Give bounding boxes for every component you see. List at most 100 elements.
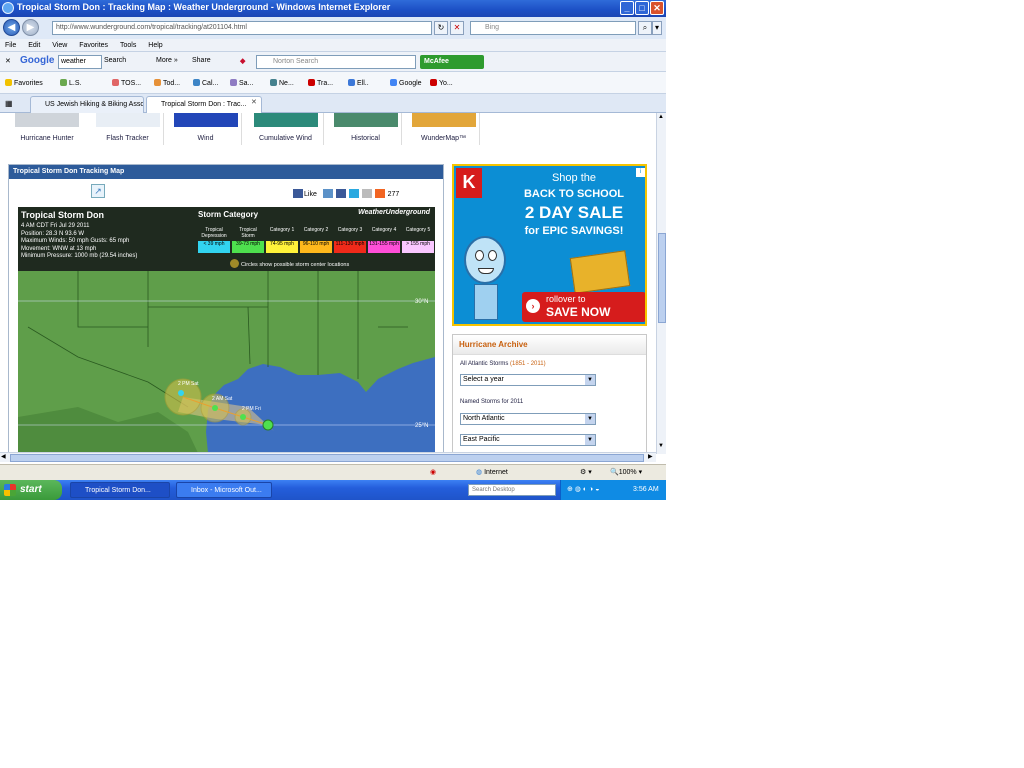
scroll-down-icon[interactable]: ▼	[658, 443, 664, 449]
scroll-right-icon[interactable]: ▶	[648, 453, 653, 460]
more-button[interactable]: More »	[156, 57, 178, 64]
ie-icon	[2, 2, 14, 14]
kmart-logo: K	[456, 168, 482, 198]
task-outlook[interactable]: Inbox - Microsoft Out...	[176, 482, 272, 498]
close-tab-icon[interactable]: ✕	[251, 98, 257, 106]
address-row: ◀ ▶ http://www.wunderground.com/tropical…	[0, 17, 666, 39]
fav-item[interactable]: Tod...	[154, 79, 180, 87]
fav-item[interactable]: L.S.	[60, 79, 81, 87]
category-swatch: 131-155 mph	[368, 241, 400, 253]
horizontal-scrollbar[interactable]: ◀ ▶	[0, 452, 656, 462]
digg-icon[interactable]	[322, 189, 333, 198]
favorites-bar: Favorites L.S. TOS... Tod... Cal... Sa..…	[0, 72, 666, 94]
tab-tropical-storm[interactable]: Tropical Storm Don : Trac...	[146, 96, 262, 113]
wu-logo: WeatherUnderground	[358, 209, 430, 216]
task-ie[interactable]: Tropical Storm Don...	[70, 482, 170, 498]
start-button[interactable]: start	[0, 480, 62, 500]
address-input[interactable]: http://www.wunderground.com/tropical/tra…	[52, 21, 432, 35]
fav-item[interactable]: Google	[390, 79, 422, 87]
menu-help[interactable]: Help	[148, 42, 162, 49]
menu-edit[interactable]: Edit	[28, 42, 40, 49]
zoom-level[interactable]: 🔍100% ▾	[610, 468, 642, 476]
favorites-button[interactable]: Favorites	[5, 79, 43, 87]
info-line: Movement: WNW at 13 mph	[21, 245, 97, 252]
share-button[interactable]: Share	[192, 57, 211, 64]
thumb-image	[253, 113, 318, 127]
mcafee-button[interactable]: McAfee	[420, 55, 484, 69]
thumb-wind[interactable]: Wind	[170, 113, 242, 145]
tab-hiking[interactable]: US Jewish Hiking & Biking Associa...	[30, 96, 144, 113]
fav-item[interactable]: TOS...	[112, 79, 141, 87]
category-name: Tropical Storm	[239, 227, 257, 239]
category-title: Storm Category	[198, 210, 259, 219]
like-button[interactable]: Like	[304, 191, 317, 198]
menu-file[interactable]: File	[5, 42, 16, 49]
kmart-ad[interactable]: K Shop the BACK TO SCHOOL 2 DAY SALE for…	[452, 164, 647, 326]
search-options-icon[interactable]: ▾	[652, 21, 662, 35]
archive-title: Hurricane Archive	[453, 335, 646, 355]
quick-tabs-icon[interactable]: ▦	[5, 99, 13, 108]
google-search-input[interactable]: weather	[58, 55, 102, 69]
forward-icon[interactable]: ▶	[22, 19, 39, 36]
chevron-down-icon: ▼	[585, 375, 595, 385]
ie-window: Tropical Storm Don : Tracking Map : Weat…	[0, 0, 666, 500]
thumb-image	[411, 113, 476, 127]
scroll-left-icon[interactable]: ◀	[1, 453, 6, 460]
toolbar-close-icon[interactable]: ✕	[5, 57, 11, 65]
vertical-scroll-thumb[interactable]	[658, 233, 666, 323]
fav-item[interactable]: Cal...	[193, 79, 218, 87]
thumb-wundermap[interactable]: WunderMap™	[408, 113, 480, 145]
basin-select-atlantic[interactable]: North Atlantic ▼	[460, 413, 596, 425]
twitter-icon[interactable]	[348, 189, 359, 198]
year-select[interactable]: Select a year ▼	[460, 374, 596, 386]
map-panel-header: Tropical Storm Don Tracking Map	[9, 165, 443, 179]
stop-icon[interactable]: ✕	[450, 21, 464, 35]
rollover-button[interactable]: › rollover to SAVE NOW	[522, 292, 645, 322]
minimize-button[interactable]: _	[620, 1, 634, 15]
thumb-historical[interactable]: Historical	[330, 113, 402, 145]
cta-line1: rollover to	[546, 294, 586, 304]
google-search-button[interactable]: Search	[104, 57, 126, 64]
windows-logo-icon	[4, 484, 16, 496]
map-image[interactable]: 30°N 25°N 2 PM Sat 2 AM Sat 2 PM Fri Tro…	[18, 207, 435, 452]
thumb-cumulative-wind[interactable]: Cumulative Wind	[248, 113, 324, 145]
search-icon[interactable]: ⌕	[638, 21, 652, 35]
mascot-body	[474, 284, 498, 320]
facebook-icon[interactable]	[293, 189, 303, 198]
norton-icon: ◆	[240, 58, 246, 65]
menu-favorites[interactable]: Favorites	[79, 42, 108, 49]
back-icon[interactable]: ◀	[3, 19, 20, 36]
category-name: Category 3	[337, 227, 363, 233]
email-icon[interactable]	[361, 189, 372, 198]
basin-select-pacific[interactable]: East Pacific ▼	[460, 434, 596, 446]
fav-item[interactable]: Sa...	[230, 79, 253, 87]
facebook-share-icon[interactable]	[335, 189, 346, 198]
menu-tools[interactable]: Tools	[120, 42, 136, 49]
desktop-search-input[interactable]: Search Desktop	[468, 484, 556, 496]
vertical-scrollbar[interactable]: ▲ ▼	[656, 113, 666, 454]
chevron-down-icon: ▼	[585, 414, 595, 424]
category-name: Category 1	[269, 227, 295, 233]
category-swatch: 96-110 mph	[300, 241, 332, 253]
thumb-hurricane-hunter[interactable]: Hurricane Hunter	[10, 113, 84, 145]
refresh-icon[interactable]: ↻	[434, 21, 448, 35]
close-button[interactable]: ✕	[650, 1, 664, 15]
popout-icon[interactable]: ↗	[91, 184, 105, 198]
menu-view[interactable]: View	[52, 42, 67, 49]
fav-item[interactable]: Yo...	[430, 79, 453, 87]
horizontal-scroll-thumb[interactable]	[10, 454, 644, 462]
addthis-icon[interactable]	[374, 189, 385, 198]
fav-item[interactable]: Ell..	[348, 79, 369, 87]
ad-line1: Shop the	[551, 172, 597, 184]
fav-item[interactable]: Tra...	[308, 79, 333, 87]
window-title: Tropical Storm Don : Tracking Map : Weat…	[17, 2, 391, 12]
scroll-up-icon[interactable]: ▲	[658, 114, 664, 120]
tray-icons[interactable]: ⊕ ◍ ◐ ◑ ◒	[567, 485, 599, 493]
norton-search-input[interactable]: Norton Search	[256, 55, 416, 69]
ad-choices-icon[interactable]: i	[636, 168, 645, 177]
thumb-flash-tracker[interactable]: Flash Tracker	[92, 113, 164, 145]
fav-item[interactable]: Ne...	[270, 79, 294, 87]
maximize-button[interactable]: □	[635, 1, 649, 15]
protected-mode-icon[interactable]: ⚙ ▾	[580, 468, 592, 476]
bing-search-input[interactable]: Bing	[470, 21, 636, 35]
